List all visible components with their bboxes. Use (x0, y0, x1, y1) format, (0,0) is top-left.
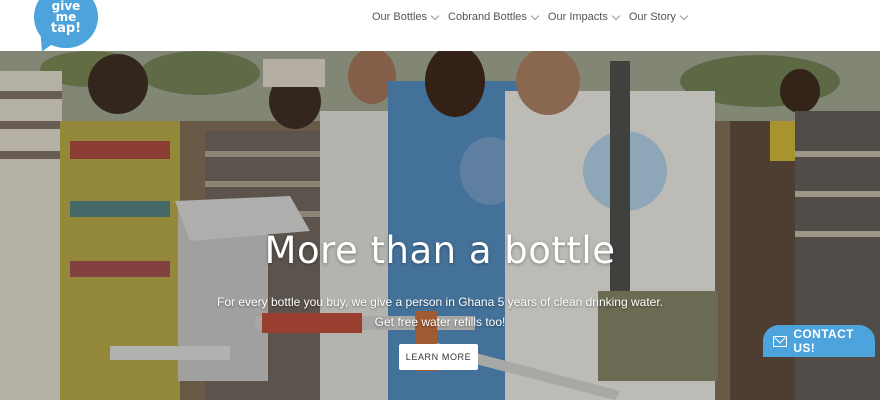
contact-us-button[interactable]: CONTACT US! (763, 325, 875, 357)
nav-our-bottles[interactable]: Our Bottles (372, 10, 440, 24)
nav-cobrand-bottles[interactable]: Cobrand Bottles (448, 10, 540, 24)
main-nav: Our Bottles Cobrand Bottles Our Impacts … (372, 10, 697, 24)
logo-line-3: tap! (50, 21, 82, 36)
nav-our-bottles-label: Our Bottles (372, 11, 428, 23)
give-me-tap-logo[interactable]: give me tap! (34, 0, 98, 48)
hero-subtitle-line-2: Get free water refills too! (374, 315, 506, 329)
nav-our-impacts[interactable]: Our Impacts (547, 10, 621, 24)
chevron-down-icon (679, 11, 689, 20)
envelope-icon (773, 335, 788, 347)
site-header: give me tap! Our Bottles Cobrand Bottles… (0, 0, 880, 51)
hero-subtitle-line-1: For every bottle you buy, we give a pers… (216, 295, 664, 309)
contact-us-label: CONTACT US! (793, 327, 854, 355)
nav-our-story-label: Our Story (628, 11, 676, 23)
chevron-down-icon (530, 11, 540, 20)
nav-our-impacts-label: Our Impacts (547, 11, 608, 23)
hero-banner: More than a bottle For every bottle you … (0, 51, 880, 400)
learn-more-button[interactable]: LEARN MORE (399, 344, 478, 370)
nav-our-story[interactable]: Our Story (628, 10, 689, 24)
hero-title: More than a bottle (264, 229, 616, 272)
hero-subtitle: For every bottle you buy, we give a pers… (0, 292, 880, 332)
chevron-down-icon (430, 11, 440, 20)
chevron-down-icon (611, 11, 621, 20)
nav-cobrand-bottles-label: Cobrand Bottles (448, 11, 527, 23)
